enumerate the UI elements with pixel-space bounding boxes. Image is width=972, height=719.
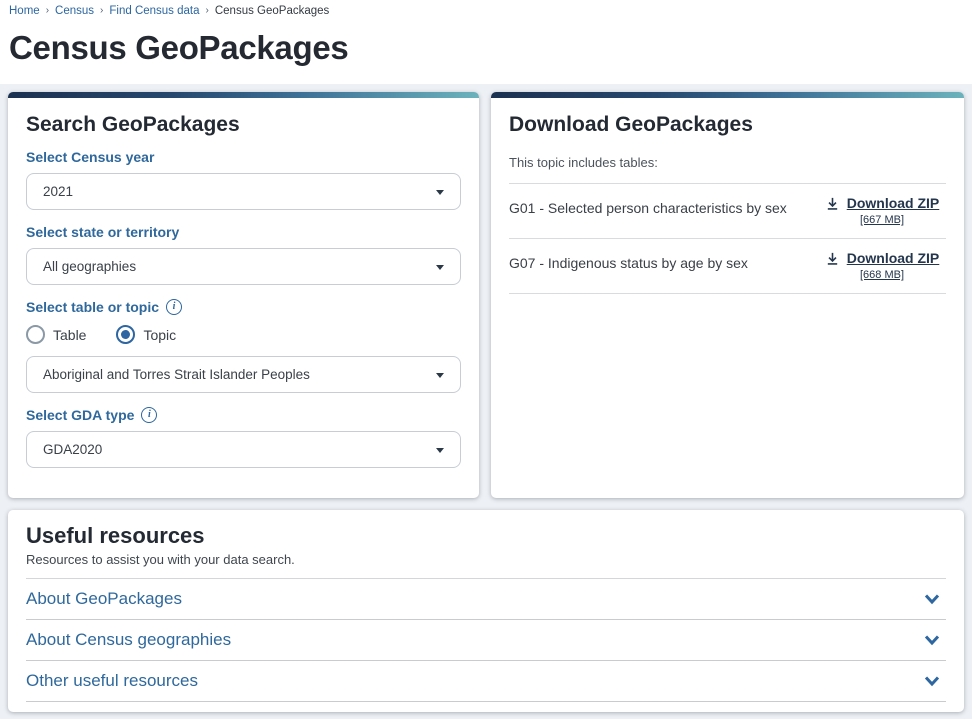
file-size-link[interactable]: [668 MB] [860, 269, 904, 281]
radio-circle-unchecked [26, 325, 45, 344]
caret-down-icon [436, 265, 444, 270]
table-or-topic-radio-group: Table Topic [26, 325, 461, 344]
download-card-title: Download GeoPackages [509, 113, 946, 137]
census-year-label: Select Census year [26, 149, 461, 165]
table-or-topic-label: Select table or topic i [26, 299, 461, 315]
gda-type-select[interactable]: GDA2020 [26, 431, 461, 468]
download-geopackages-card: Download GeoPackages This topic includes… [491, 92, 964, 498]
radio-topic[interactable]: Topic [116, 325, 176, 344]
chevron-right-icon: › [206, 5, 209, 16]
census-year-label-text: Select Census year [26, 149, 154, 165]
table-name: G07 - Indigenous status by age by sex [509, 250, 748, 271]
useful-resources-card: Useful resources Resources to assist you… [8, 510, 964, 712]
chevron-right-icon: › [46, 5, 49, 16]
table-or-topic-label-text: Select table or topic [26, 299, 159, 315]
download-icon [825, 251, 840, 266]
download-zip-label: Download ZIP [847, 195, 940, 211]
accordion-label: About Census geographies [26, 630, 231, 650]
breadcrumb-link-home[interactable]: Home [9, 5, 40, 17]
census-year-select[interactable]: 2021 [26, 173, 461, 210]
download-icon [825, 196, 840, 211]
table-name: G01 - Selected person characteristics by… [509, 195, 787, 216]
info-icon[interactable]: i [141, 407, 157, 423]
topic-select[interactable]: Aboriginal and Torres Strait Islander Pe… [26, 356, 461, 393]
census-year-value: 2021 [43, 184, 73, 199]
table-row: G01 - Selected person characteristics by… [509, 183, 946, 238]
page-header: Home › Census › Find Census data › Censu… [0, 0, 972, 84]
caret-down-icon [436, 373, 444, 378]
topic-value: Aboriginal and Torres Strait Islander Pe… [43, 367, 310, 382]
download-table: G01 - Selected person characteristics by… [509, 183, 946, 294]
breadcrumb-link-census[interactable]: Census [55, 5, 94, 17]
chevron-right-icon: › [100, 5, 103, 16]
info-icon[interactable]: i [166, 299, 182, 315]
resources-title: Useful resources [26, 523, 946, 549]
gda-type-label: Select GDA type i [26, 407, 461, 423]
radio-table[interactable]: Table [26, 325, 86, 344]
state-label: Select state or territory [26, 224, 461, 240]
caret-down-icon [436, 448, 444, 453]
state-value: All geographies [43, 259, 136, 274]
gda-type-value: GDA2020 [43, 442, 102, 457]
accordion-label: Other useful resources [26, 671, 198, 691]
accordion-other-useful-resources[interactable]: Other useful resources [26, 660, 946, 702]
search-geopackages-card: Search GeoPackages Select Census year 20… [8, 92, 479, 498]
breadcrumb: Home › Census › Find Census data › Censu… [9, 5, 963, 17]
accordion-about-census-geographies[interactable]: About Census geographies [26, 619, 946, 660]
chevron-down-icon [924, 634, 940, 646]
state-label-text: Select state or territory [26, 224, 179, 240]
download-zip-link[interactable]: Download ZIP [825, 250, 940, 266]
gda-type-label-text: Select GDA type [26, 407, 134, 423]
accordion-about-geopackages[interactable]: About GeoPackages [26, 578, 946, 619]
accordion-label: About GeoPackages [26, 589, 182, 609]
file-size-link[interactable]: [667 MB] [860, 214, 904, 226]
chevron-down-icon [924, 675, 940, 687]
caret-down-icon [436, 190, 444, 195]
table-row: G07 - Indigenous status by age by sex Do… [509, 238, 946, 294]
radio-circle-checked [116, 325, 135, 344]
state-select[interactable]: All geographies [26, 248, 461, 285]
page-title: Census GeoPackages [9, 29, 963, 67]
search-card-title: Search GeoPackages [26, 113, 461, 137]
content-area: Search GeoPackages Select Census year 20… [0, 84, 972, 719]
download-intro-text: This topic includes tables: [509, 155, 946, 170]
download-zip-link[interactable]: Download ZIP [825, 195, 940, 211]
download-action: Download ZIP [668 MB] [818, 250, 946, 281]
radio-table-label: Table [53, 327, 86, 343]
download-zip-label: Download ZIP [847, 250, 940, 266]
download-action: Download ZIP [667 MB] [818, 195, 946, 226]
breadcrumb-current: Census GeoPackages [215, 5, 329, 17]
radio-topic-label: Topic [143, 327, 176, 343]
resources-subtitle: Resources to assist you with your data s… [26, 552, 946, 567]
chevron-down-icon [924, 593, 940, 605]
breadcrumb-link-find-census-data[interactable]: Find Census data [109, 5, 199, 17]
